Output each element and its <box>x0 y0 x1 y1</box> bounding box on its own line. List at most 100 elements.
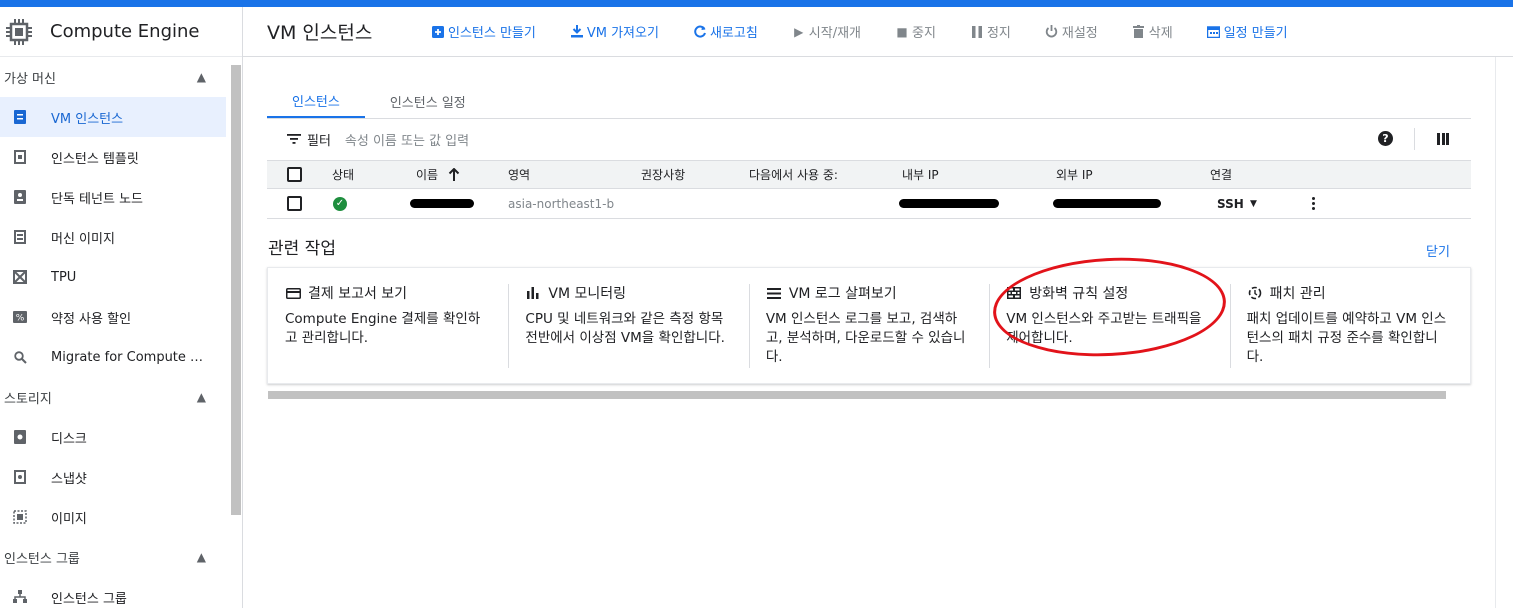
sidebar-item-migrate[interactable]: Migrate for Compute Engi... <box>0 337 226 377</box>
sidebar-section-virtual-machines[interactable]: 가상 머신 ▲ <box>0 57 242 97</box>
refresh-button[interactable]: 새로고침 <box>693 22 758 41</box>
page-title: VM 인스턴스 <box>267 22 373 44</box>
related-card-monitoring[interactable]: VM 모니터링 CPU 및 네트워크와 같은 측정 항목 전반에서 이상점 VM… <box>508 268 748 383</box>
chevron-up-icon: ▲ <box>196 550 206 564</box>
col-status[interactable]: 상태 <box>332 161 354 188</box>
caret-down-icon: ▼ <box>1250 198 1257 209</box>
sidebar-item-instance-templates[interactable]: 인스턴스 템플릿 <box>0 137 226 177</box>
suspend-button[interactable]: 정지 <box>970 22 1011 41</box>
related-card-patch[interactable]: 패치 관리 패치 업데이트를 예약하고 VM 인스턴스의 패치 규정 준수를 확… <box>1229 268 1470 383</box>
select-all-checkbox[interactable] <box>287 167 302 182</box>
tab-instances[interactable]: 인스턴스 <box>267 84 365 118</box>
column-display-icon[interactable] <box>1437 133 1449 145</box>
related-card-billing[interactable]: 결제 보고서 보기 Compute Engine 결제를 확인하고 관리합니다. <box>268 268 508 383</box>
create-schedule-label: 일정 만들기 <box>1223 26 1288 41</box>
col-external-ip[interactable]: 외부 IP <box>1056 161 1093 188</box>
ssh-button[interactable]: SSH <box>1217 189 1244 218</box>
col-internal-ip[interactable]: 내부 IP <box>902 161 939 188</box>
chevron-up-icon: ▲ <box>196 390 206 404</box>
firewall-icon <box>1006 286 1022 300</box>
sidebar-item-label: 이미지 <box>51 511 87 527</box>
sidebar-item-sole-tenant-nodes[interactable]: 단독 테넌트 노드 <box>0 177 226 217</box>
status-cell: ✓ <box>333 189 347 218</box>
app-title: Compute Engine <box>50 21 200 42</box>
card-description: CPU 및 네트워크와 같은 측정 항목 전반에서 이상점 VM을 확인합니다. <box>525 311 725 346</box>
filter-icon <box>287 134 301 144</box>
sidebar-item-snapshots[interactable]: 스냅샷 <box>0 457 226 497</box>
pause-icon <box>970 25 984 39</box>
internal-ip-cell <box>899 189 999 218</box>
tab-instance-schedule[interactable]: 인스턴스 일정 <box>365 84 491 118</box>
col-recommendation[interactable]: 권장사항 <box>641 161 685 188</box>
sidebar-item-tpu[interactable]: TPU <box>0 257 226 297</box>
col-name[interactable]: 이름 <box>416 161 460 188</box>
start-label: 시작/재개 <box>808 26 862 41</box>
stop-label: 중지 <box>912 26 936 41</box>
sidebar-item-disks[interactable]: 디스크 <box>0 417 226 457</box>
tpu-icon <box>12 269 28 285</box>
more-vert-icon[interactable] <box>1310 189 1316 218</box>
redacted-internal-ip <box>899 199 999 208</box>
sole-tenant-icon <box>12 189 28 205</box>
trash-icon <box>1132 25 1146 39</box>
sidebar-item-images[interactable]: 이미지 <box>0 497 226 537</box>
add-box-icon <box>431 25 445 39</box>
filter-input[interactable]: 속성 이름 또는 값 입력 <box>345 130 469 149</box>
ssh-dropdown[interactable]: ▼ <box>1250 189 1257 218</box>
sidebar-item-label: VM 인스턴스 <box>51 111 124 127</box>
related-actions-title: 관련 작업 <box>268 239 336 259</box>
patch-icon <box>1247 286 1263 300</box>
filter-label: 필터 <box>307 133 331 149</box>
card-description: VM 인스턴스와 주고받는 트래픽을 제어합니다. <box>1006 311 1202 346</box>
calendar-icon <box>1207 25 1221 39</box>
sidebar: Compute Engine 가상 머신 ▲ VM 인스턴스 인스턴스 템플릿 … <box>0 7 243 608</box>
sidebar-item-instance-groups[interactable]: 인스턴스 그룹 <box>0 577 226 608</box>
sidebar-item-machine-images[interactable]: 머신 이미지 <box>0 217 226 257</box>
delete-button[interactable]: 삭제 <box>1132 22 1173 41</box>
sidebar-item-label: 머신 이미지 <box>51 231 115 247</box>
card-title: VM 모니터링 <box>548 286 627 302</box>
search-icon <box>12 349 28 365</box>
create-instance-button[interactable]: 인스턴스 만들기 <box>431 22 536 41</box>
reset-label: 재설정 <box>1061 26 1098 41</box>
download-icon <box>570 25 584 39</box>
sidebar-item-label: 인스턴스 그룹 <box>51 591 127 607</box>
import-vm-button[interactable]: VM 가져오기 <box>570 22 659 41</box>
related-card-logs[interactable]: VM 로그 살펴보기 VM 인스턴스 로그를 보고, 검색하고, 분석하며, 다… <box>748 268 989 383</box>
col-connect[interactable]: 연결 <box>1210 161 1232 188</box>
create-schedule-button[interactable]: 일정 만들기 <box>1207 22 1288 41</box>
sidebar-scrollbar[interactable] <box>231 65 241 515</box>
power-icon <box>1045 25 1059 39</box>
compute-engine-icon <box>6 18 32 45</box>
horizontal-scrollbar[interactable] <box>268 391 1446 399</box>
start-button[interactable]: ▶ 시작/재개 <box>792 22 862 42</box>
check-circle-icon: ✓ <box>333 196 347 211</box>
instance-name-cell[interactable] <box>410 189 474 218</box>
stop-button[interactable]: ■ 중지 <box>895 22 936 42</box>
sidebar-item-vm-instances[interactable]: VM 인스턴스 <box>0 97 226 137</box>
related-card-firewall[interactable]: 방화벽 규칙 설정 VM 인스턴스와 주고받는 트래픽을 제어합니다. <box>989 268 1229 383</box>
row-checkbox[interactable] <box>287 196 302 211</box>
reset-button[interactable]: 재설정 <box>1045 22 1098 41</box>
col-zone[interactable]: 영역 <box>508 161 530 188</box>
import-vm-label: VM 가져오기 <box>586 26 659 41</box>
tab-bar: 인스턴스 인스턴스 일정 <box>267 84 491 118</box>
image-icon <box>12 509 28 525</box>
vm-instance-icon <box>12 109 28 125</box>
col-in-use-by[interactable]: 다음에서 사용 중: <box>749 161 838 188</box>
sidebar-header: Compute Engine <box>0 7 242 57</box>
delete-label: 삭제 <box>1148 26 1173 41</box>
filter-button[interactable]: 필터 <box>287 130 331 149</box>
sidebar-item-label: 단독 테넌트 노드 <box>51 191 143 207</box>
help-icon[interactable]: ? <box>1378 131 1393 146</box>
sidebar-section-instance-groups[interactable]: 인스턴스 그룹 ▲ <box>0 537 242 577</box>
suspend-label: 정지 <box>986 26 1011 41</box>
sidebar-item-label: 스냅샷 <box>51 471 87 487</box>
sidebar-item-committed-use[interactable]: % 약정 사용 할인 <box>0 297 226 337</box>
machine-image-icon <box>12 229 28 245</box>
sidebar-section-storage[interactable]: 스토리지 ▲ <box>0 377 242 417</box>
create-instance-label: 인스턴스 만들기 <box>448 26 536 41</box>
table-row[interactable]: ✓ asia-northeast1-b SSH ▼ <box>267 189 1471 219</box>
close-link[interactable]: 닫기 <box>1426 241 1450 260</box>
filter-bar[interactable]: 필터 속성 이름 또는 값 입력 <box>287 129 1471 149</box>
